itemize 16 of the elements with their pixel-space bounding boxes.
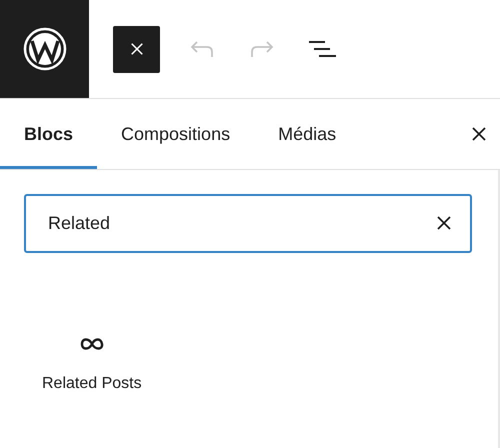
block-item[interactable]: Related Posts (28, 317, 156, 413)
logo-panel[interactable] (0, 0, 89, 98)
close-icon (436, 215, 452, 231)
redo-icon (249, 39, 275, 59)
close-icon (471, 126, 487, 142)
close-button[interactable] (113, 26, 160, 72)
undo-icon (189, 39, 215, 59)
tab[interactable]: Compositions (97, 99, 254, 169)
tab[interactable]: Médias (254, 99, 360, 169)
close-icon (130, 42, 144, 56)
logo-icon (22, 27, 66, 71)
link-icon (80, 337, 104, 351)
tab[interactable]: Blocs (0, 99, 98, 169)
list-view-icon (308, 39, 336, 59)
search-field[interactable]: Related (24, 194, 472, 253)
clear-button[interactable] (436, 215, 452, 231)
